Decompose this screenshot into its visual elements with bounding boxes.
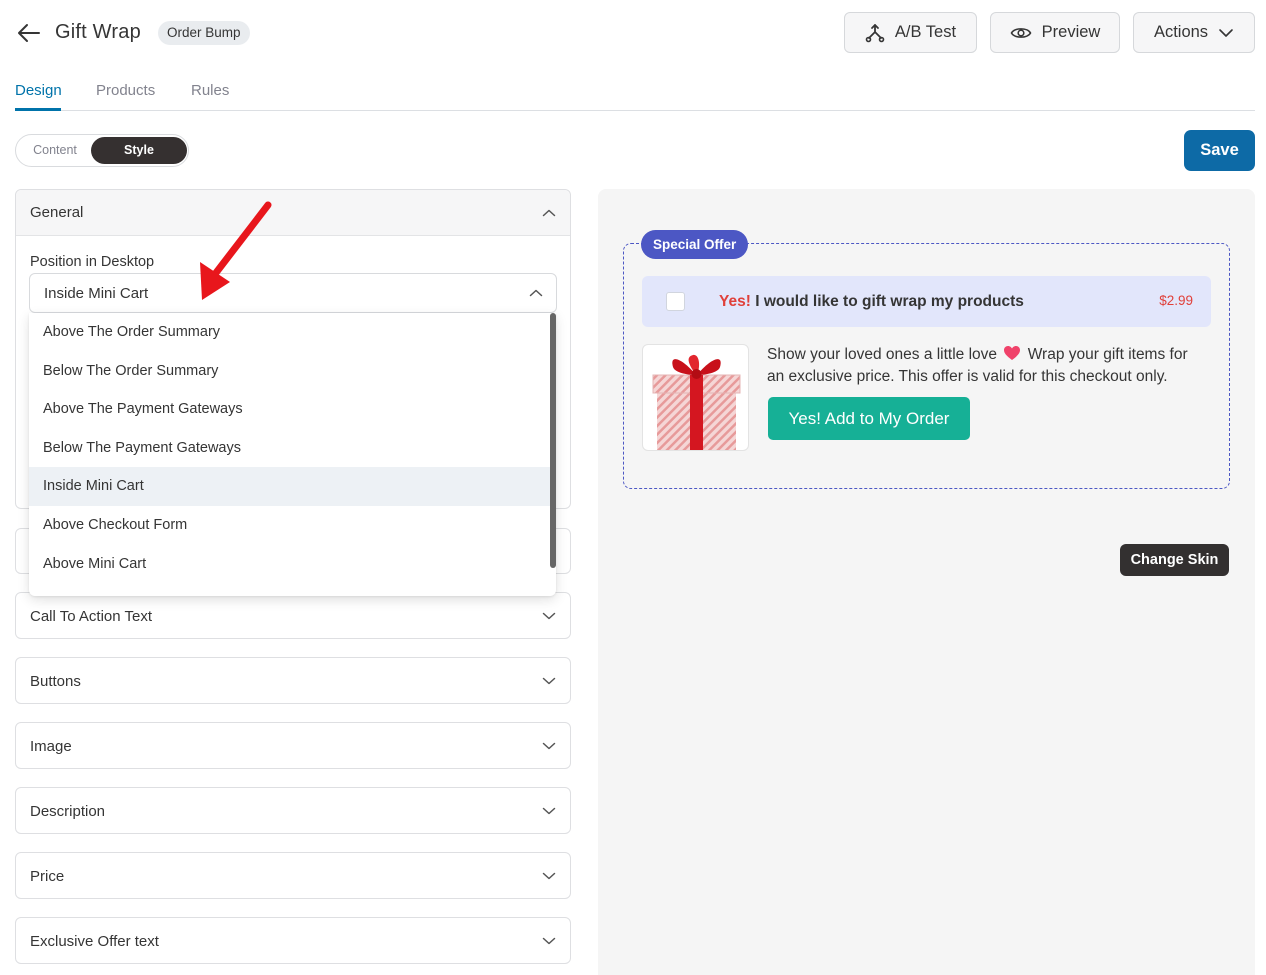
page-header: Gift Wrap Order Bump A/B Test Preview Ac… <box>0 0 1266 66</box>
preview-area: Special Offer Yes! I would like to gift … <box>598 189 1255 975</box>
chevron-up-icon <box>529 289 543 297</box>
chevron-down-icon <box>542 742 556 750</box>
offer-checkbox[interactable] <box>666 292 685 311</box>
chevron-up-icon <box>542 209 556 216</box>
special-offer-badge: Special Offer <box>641 230 749 259</box>
tab-products[interactable]: Products <box>96 82 155 99</box>
offer-text: Yes! I would like to gift wrap my produc… <box>719 293 1024 311</box>
general-panel-header[interactable]: General <box>16 190 570 236</box>
content-style-toggle: Content Style <box>15 134 189 167</box>
dropdown-option[interactable]: Above Checkout Form <box>29 506 556 545</box>
chevron-down-icon <box>542 937 556 945</box>
gift-box-image <box>642 344 749 451</box>
preview-label: Preview <box>1041 23 1101 41</box>
offer-price: $2.99 <box>1159 293 1193 308</box>
position-dropdown-list: Above The Order Summary Below The Order … <box>29 313 556 596</box>
actions-button[interactable]: Actions <box>1133 12 1255 53</box>
ab-test-label: A/B Test <box>894 23 957 41</box>
toggle-content[interactable]: Content <box>18 137 92 164</box>
section-price[interactable]: Price <box>15 852 571 899</box>
position-desktop-label: Position in Desktop <box>30 254 155 270</box>
gift-box-icon <box>652 354 741 450</box>
offer-label: I would like to gift wrap my products <box>755 293 1024 310</box>
section-title: Image <box>30 737 72 755</box>
chevron-down-icon <box>542 612 556 620</box>
ab-test-button[interactable]: A/B Test <box>844 12 977 53</box>
dropdown-option-selected[interactable]: Inside Mini Cart <box>29 467 556 506</box>
save-button[interactable]: Save <box>1184 130 1255 171</box>
chevron-down-icon <box>1219 28 1233 37</box>
eye-icon <box>1010 27 1032 38</box>
page-title: Gift Wrap <box>55 21 141 43</box>
chevron-down-icon <box>542 872 556 880</box>
section-image[interactable]: Image <box>15 722 571 769</box>
position-desktop-select[interactable]: Inside Mini Cart <box>29 273 557 313</box>
tab-design[interactable]: Design <box>15 82 62 99</box>
section-exclusive-offer[interactable]: Exclusive Offer text <box>15 917 571 964</box>
tab-rules[interactable]: Rules <box>191 82 229 99</box>
dropdown-option[interactable]: Below The Payment Gateways <box>29 429 556 468</box>
actions-label: Actions <box>1153 23 1209 41</box>
ab-split-icon <box>865 23 885 42</box>
preview-button[interactable]: Preview <box>990 12 1120 53</box>
position-selected-value: Inside Mini Cart <box>44 284 149 302</box>
type-badge: Order Bump <box>158 21 250 45</box>
section-buttons[interactable]: Buttons <box>15 657 571 704</box>
tab-bar: Design Products Rules <box>15 78 1255 111</box>
change-skin-button[interactable]: Change Skin <box>1120 544 1229 576</box>
tab-active-indicator <box>15 108 61 111</box>
section-title: Call To Action Text <box>30 607 153 625</box>
section-description[interactable]: Description <box>15 787 571 834</box>
chevron-down-icon <box>542 807 556 815</box>
add-to-order-button[interactable]: Yes! Add to My Order <box>768 397 970 440</box>
section-title: Price <box>30 867 65 885</box>
section-title: Buttons <box>30 672 81 690</box>
desc-part1: Show your loved ones a little love <box>767 346 998 363</box>
dropdown-scrollbar[interactable] <box>550 313 556 568</box>
section-title: Exclusive Offer text <box>30 932 159 950</box>
offer-description: Show your loved ones a little love Wrap … <box>767 344 1207 388</box>
dropdown-option[interactable]: Above The Payment Gateways <box>29 390 556 429</box>
chevron-down-icon <box>542 677 556 685</box>
dropdown-option[interactable]: Above Mini Cart <box>29 545 556 584</box>
general-title: General <box>30 204 84 221</box>
section-title: Description <box>30 802 106 820</box>
offer-yes: Yes! <box>719 293 751 310</box>
offer-row: Yes! I would like to gift wrap my produc… <box>642 276 1211 327</box>
back-arrow-icon[interactable] <box>16 20 42 46</box>
dropdown-option[interactable]: Above The Order Summary <box>29 313 556 352</box>
dropdown-option[interactable]: Below The Order Summary <box>29 352 556 391</box>
heart-icon <box>1004 346 1021 360</box>
section-call-to-action[interactable]: Call To Action Text <box>15 592 571 639</box>
toggle-style[interactable]: Style <box>91 137 187 164</box>
